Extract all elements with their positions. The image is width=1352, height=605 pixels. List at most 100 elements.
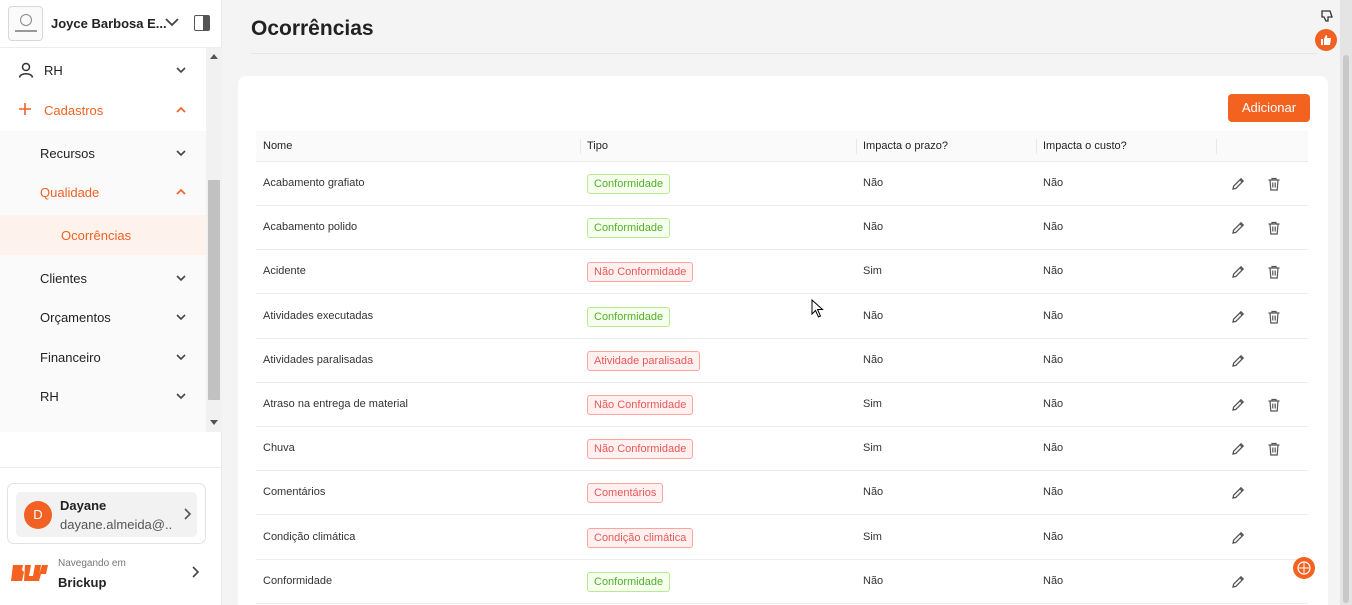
column-header-tipo[interactable]: Tipo <box>587 140 608 152</box>
cell-impacta-prazo: Sim <box>863 442 882 455</box>
user-name: Dayane <box>60 498 107 513</box>
cell-impacta-prazo: Sim <box>863 265 882 278</box>
chevron-down-icon <box>176 150 186 157</box>
delete-icon[interactable] <box>1266 441 1282 457</box>
page-title: Ocorrências <box>251 17 374 40</box>
avatar: D <box>24 501 52 529</box>
edit-icon[interactable] <box>1230 574 1246 590</box>
cell-nome: Atraso na entrega de material <box>263 398 408 410</box>
table-row[interactable]: Acidente Não Conformidade Sim Não <box>256 250 1308 295</box>
user-card[interactable]: D Dayane dayane.almeida@... <box>7 483 206 544</box>
column-header-impacta-custo[interactable]: Impacta o custo? <box>1043 140 1127 152</box>
cell-impacta-custo: Não <box>1043 265 1064 278</box>
sidebar-item-label: RH <box>40 389 59 404</box>
cell-nome: Acabamento grafiato <box>263 177 365 189</box>
thumbs-down-icon[interactable] <box>1320 9 1334 23</box>
collapse-sidebar-icon[interactable] <box>194 15 210 31</box>
sidebar-item-label: Orçamentos <box>40 310 111 325</box>
chevron-down-icon <box>176 314 186 321</box>
sidebar-item-ocorrencias[interactable]: Ocorrências <box>0 215 206 255</box>
sidebar-item-financeiro[interactable]: Financeiro <box>0 337 206 377</box>
sidebar-item-rh[interactable]: RH <box>0 376 206 416</box>
sidebar-item-recursos[interactable]: Recursos <box>0 133 206 173</box>
delete-icon[interactable] <box>1266 176 1282 192</box>
edit-icon[interactable] <box>1230 441 1246 457</box>
help-chat-icon[interactable] <box>1293 557 1315 579</box>
table-row[interactable]: Atraso na entrega de material Não Conform… <box>256 383 1308 427</box>
edit-icon[interactable] <box>1230 397 1246 413</box>
company-switcher[interactable]: Joyce Barbosa E... <box>0 0 222 48</box>
delete-icon[interactable] <box>1266 264 1282 280</box>
cell-impacta-custo: Não <box>1043 574 1064 587</box>
table-row[interactable]: Acabamento polido Conformidade Não Não <box>256 206 1308 251</box>
edit-icon[interactable] <box>1230 264 1246 280</box>
column-header-impacta-prazo[interactable]: Impacta o prazo? <box>863 140 948 152</box>
cell-nome: Atividades paralisadas <box>263 353 374 366</box>
tipo-badge: Comentários <box>587 483 664 504</box>
sidebar-item-clientes[interactable]: Clientes <box>0 258 206 298</box>
cell-impacta-prazo: Sim <box>863 398 882 410</box>
cell-impacta-custo: Não <box>1043 353 1064 366</box>
table-row[interactable]: Condição climática Condição climática Sim N… <box>256 515 1308 560</box>
delete-icon[interactable] <box>1266 309 1282 325</box>
edit-icon[interactable] <box>1230 530 1246 546</box>
tipo-badge: Não Conformidade <box>587 395 694 415</box>
sidebar-item-label: Ocorrências <box>61 228 132 243</box>
add-button[interactable]: Adicionar <box>1228 94 1310 122</box>
cell-nome: Atividades executadas <box>263 309 374 322</box>
navigating-company: Brickup <box>58 575 107 590</box>
sidebar-item-rh-top[interactable]: RH <box>0 50 206 90</box>
tipo-badge: Conformidade <box>587 174 671 194</box>
cell-nome: Acabamento polido <box>263 221 358 234</box>
cell-impacta-prazo: Não <box>863 221 884 234</box>
table-row[interactable]: Comentários Comentários Não Não <box>256 471 1308 516</box>
chevron-down-icon <box>176 275 186 282</box>
sidebar-scrollbar[interactable] <box>206 48 222 432</box>
column-separator <box>856 139 857 154</box>
edit-icon[interactable] <box>1230 485 1246 501</box>
edit-icon[interactable] <box>1230 309 1246 325</box>
sidebar-item-orcamentos[interactable]: Orçamentos <box>0 297 206 337</box>
sidebar-item-label: Qualidade <box>40 185 100 200</box>
scroll-down-arrow-icon[interactable] <box>210 420 218 425</box>
tipo-badge: Não Conformidade <box>587 439 694 460</box>
thumbs-up-icon[interactable] <box>1315 29 1337 51</box>
tipo-badge: Conformidade <box>587 218 671 239</box>
chevron-right-icon[interactable] <box>188 565 202 579</box>
edit-icon[interactable] <box>1230 353 1246 369</box>
cell-impacta-prazo: Não <box>863 486 884 499</box>
cell-impacta-custo: Não <box>1043 221 1064 234</box>
edit-icon[interactable] <box>1230 176 1246 192</box>
table-row[interactable]: Conformidade Conformidade Não Não <box>256 559 1308 604</box>
table-row[interactable]: Chuva Não Conformidade Sim Não <box>256 427 1308 472</box>
delete-icon[interactable] <box>1266 397 1282 413</box>
table-header: Nome Tipo Impacta o prazo? Impacta o cus… <box>256 131 1308 162</box>
page-scrollbar[interactable] <box>1340 0 1352 605</box>
tipo-badge: Condição climática <box>587 527 694 548</box>
cell-impacta-custo: Não <box>1043 442 1064 455</box>
user-card-inner[interactable]: D Dayane dayane.almeida@... <box>16 492 197 537</box>
table-row[interactable]: Acabamento grafiato Conformidade Não Não <box>256 162 1308 206</box>
chevron-down-icon[interactable] <box>164 14 180 30</box>
column-header-nome[interactable]: Nome <box>263 140 292 152</box>
chevron-right-icon <box>184 508 192 520</box>
chevron-up-icon <box>176 106 186 113</box>
tipo-badge: Atividade paralisada <box>587 350 701 371</box>
cell-impacta-custo: Não <box>1043 398 1064 410</box>
sidebar-item-cadastros[interactable]: Cadastros <box>0 90 206 130</box>
edit-icon[interactable] <box>1230 220 1246 236</box>
chevron-up-icon <box>176 188 186 195</box>
sidebar-item-qualidade[interactable]: Qualidade <box>0 172 206 212</box>
sidebar-item-label: Cadastros <box>44 103 104 118</box>
scrollbar-thumb[interactable] <box>208 180 220 400</box>
table-row[interactable]: Atividades paralisadas Atividade paralisa… <box>256 338 1308 383</box>
column-separator <box>1036 139 1037 154</box>
company-logo <box>8 6 43 41</box>
company-name: Joyce Barbosa E... <box>51 16 167 31</box>
user-icon <box>18 62 34 78</box>
delete-icon[interactable] <box>1266 220 1282 236</box>
scroll-up-arrow-icon[interactable] <box>210 54 218 59</box>
page-scrollbar-thumb[interactable] <box>1343 55 1349 603</box>
table-row[interactable]: Atividades executadas Conformidade Não Não <box>256 294 1308 339</box>
navigating-label: Navegando em <box>58 558 126 569</box>
